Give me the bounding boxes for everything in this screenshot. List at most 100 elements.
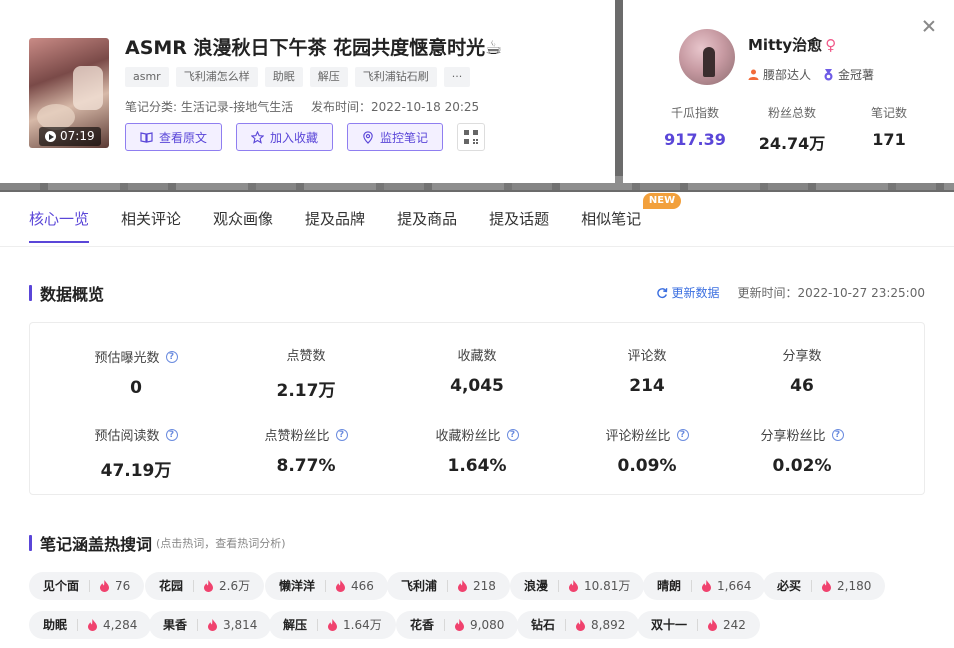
metric-label: 分享数: [782, 349, 822, 364]
tab-audience[interactable]: 观众画像: [213, 197, 273, 243]
hot-word-chip[interactable]: 必买 2,180: [763, 572, 886, 600]
book-icon: [140, 132, 153, 143]
tab-bar: 核心一览 相关评论 观众画像 提及品牌 提及商品 提及话题 相似笔记 NEW: [29, 193, 682, 247]
author-avatar[interactable]: [679, 29, 735, 85]
flame-icon: [708, 619, 718, 631]
help-icon[interactable]: ?: [676, 428, 689, 441]
hot-word-chip[interactable]: 晴朗 1,664: [643, 572, 766, 600]
chip-divider: [691, 580, 693, 592]
hot-word-chip[interactable]: 果香 3,814: [149, 611, 272, 639]
stat-label: 笔记数: [870, 106, 907, 120]
chip-divider: [325, 580, 327, 592]
author-name-text: Mitty治愈: [748, 36, 823, 54]
tab-overview[interactable]: 核心一览: [29, 197, 90, 243]
metric-value: 0: [130, 378, 142, 398]
hot-word: 双十一: [651, 618, 688, 632]
hot-word-chip[interactable]: 懒洋洋 466: [265, 572, 388, 600]
medal-icon: [824, 68, 833, 80]
hot-word-chip[interactable]: 钻石 8,892: [517, 611, 640, 639]
author-stat-index: 千瓜指数 917.39: [647, 104, 743, 154]
hot-words-hint: (点击热词，查看热词分析): [156, 537, 286, 550]
hot-word-count: 1.64万: [343, 618, 382, 632]
hot-word-chip[interactable]: 见个面 76: [29, 572, 145, 600]
note-thumbnail[interactable]: 07:19: [29, 38, 109, 148]
hot-word: 必买: [777, 579, 802, 593]
tab-similar-notes-label: 相似笔记: [581, 210, 642, 228]
help-icon[interactable]: ?: [831, 428, 844, 441]
hot-word: 花园: [159, 579, 184, 593]
flame-icon: [569, 580, 579, 592]
metric-label: 点赞粉丝比: [264, 429, 330, 444]
help-icon[interactable]: ?: [165, 350, 178, 363]
hot-word-chip[interactable]: 花香 9,080: [396, 611, 519, 639]
metric-label: 预估曝光数: [94, 351, 160, 366]
flame-icon: [822, 580, 832, 592]
add-favorite-button[interactable]: 加入收藏: [236, 123, 334, 151]
hot-word: 浪漫: [524, 579, 549, 593]
chip-divider: [77, 619, 79, 631]
author-name[interactable]: Mitty治愈 ♀: [748, 34, 836, 55]
metric-share-fan-ratio: 分享粉丝比? 0.02%: [722, 425, 882, 476]
hot-word: 懒洋洋: [279, 579, 316, 593]
hot-word: 飞利浦: [401, 579, 438, 593]
monitor-note-button[interactable]: 监控笔记: [347, 123, 444, 151]
note-tag[interactable]: 解压: [309, 67, 348, 87]
metric-value: 8.77%: [276, 456, 336, 476]
stat-label: 粉丝总数: [767, 106, 816, 120]
flame-icon: [702, 580, 712, 592]
flame-icon: [455, 619, 465, 631]
overview-metrics-panel: 预估曝光数? 0 点赞数 2.17万 收藏数 4,045 评论数 214 分享数…: [29, 322, 925, 495]
metric-value: 4,045: [450, 376, 504, 396]
help-icon[interactable]: ?: [165, 428, 178, 441]
metric-value: 46: [790, 376, 814, 396]
chip-divider: [444, 619, 446, 631]
monitor-note-label: 监控笔记: [380, 130, 429, 145]
hot-word-count: 76: [115, 579, 131, 593]
tab-divider: [0, 246, 954, 247]
hot-word-count: 9,080: [470, 618, 505, 632]
hot-word-chip[interactable]: 助眠 4,284: [29, 611, 152, 639]
metric-label: 评论数: [627, 349, 667, 364]
hot-word-count: 2.6万: [219, 579, 251, 593]
note-tag[interactable]: 飞利浦怎么样: [175, 67, 258, 87]
author-crown-badge: 金冠薯: [823, 66, 874, 83]
hot-word: 果香: [163, 618, 188, 632]
hot-word-chip[interactable]: 双十一 242: [637, 611, 760, 639]
chip-divider: [697, 619, 699, 631]
thumbnail-shape: [73, 66, 103, 110]
refresh-data-button[interactable]: 更新数据: [656, 284, 720, 301]
tab-topics[interactable]: 提及话题: [489, 197, 549, 243]
video-duration: 07:19: [39, 127, 101, 146]
help-icon[interactable]: ?: [506, 428, 519, 441]
tab-products[interactable]: 提及商品: [397, 197, 457, 243]
more-tags-button[interactable]: ···: [443, 67, 471, 87]
help-icon[interactable]: ?: [335, 428, 348, 441]
author-stat-notes: 笔记数 171: [841, 104, 937, 154]
tab-comments[interactable]: 相关评论: [121, 197, 181, 243]
metric-label: 收藏数: [457, 349, 497, 364]
chip-divider: [565, 619, 567, 631]
view-original-button[interactable]: 查看原文: [125, 123, 223, 151]
note-meta: 笔记分类: 生活记录-接地气生活 发布时间：2022-10-18 20:25: [125, 98, 479, 115]
hot-word-count: 218: [473, 579, 496, 593]
author-crown-text: 金冠薯: [838, 68, 875, 82]
flame-icon: [88, 619, 98, 631]
hot-word-chip[interactable]: 飞利浦 218: [387, 572, 510, 600]
note-tag[interactable]: asmr: [125, 67, 169, 87]
close-icon[interactable]: [922, 19, 936, 33]
note-tag[interactable]: 飞利浦钻石刷: [354, 67, 437, 87]
chip-divider: [447, 580, 449, 592]
hot-word-count: 8,892: [591, 618, 626, 632]
overview-section-title: 数据概览: [29, 281, 104, 305]
hot-word: 钻石: [531, 618, 556, 632]
hot-word-chip[interactable]: 解压 1.64万: [269, 611, 396, 639]
note-tag[interactable]: 助眠: [264, 67, 303, 87]
qr-code-button[interactable]: [457, 123, 486, 151]
hot-word-chip[interactable]: 花园 2.6万: [145, 572, 265, 600]
tab-brands[interactable]: 提及品牌: [305, 197, 365, 243]
author-stats: 千瓜指数 917.39 粉丝总数 24.74万 笔记数 171: [647, 104, 937, 154]
hot-word-chip[interactable]: 浪漫 10.81万: [510, 572, 645, 600]
metric-likes: 点赞数 2.17万: [226, 345, 386, 401]
tab-similar-notes[interactable]: 相似笔记 NEW: [581, 193, 682, 243]
refresh-data-label: 更新数据: [671, 286, 720, 300]
